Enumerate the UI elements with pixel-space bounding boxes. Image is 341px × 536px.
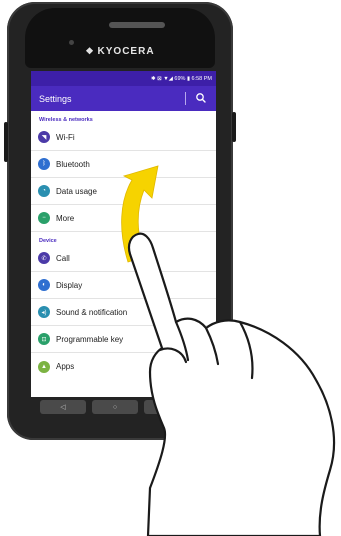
gesture-overlay <box>121 165 336 536</box>
hand-icon <box>127 232 336 536</box>
